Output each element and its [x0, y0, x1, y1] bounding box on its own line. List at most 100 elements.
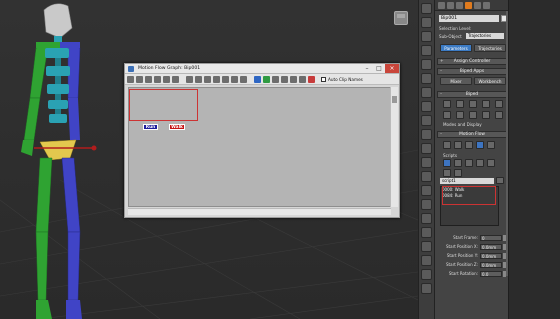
start-frame-spinner[interactable]: 0 — [480, 235, 502, 241]
strip-button-8[interactable] — [421, 101, 432, 112]
add-clip-icon[interactable] — [263, 75, 270, 83]
footstep-mode-icon[interactable] — [456, 100, 464, 108]
parameters-button[interactable]: Parameters — [440, 44, 472, 52]
move-icon[interactable] — [195, 75, 202, 83]
mixer-button[interactable]: Mixer — [440, 77, 472, 85]
save-file-icon[interactable] — [456, 111, 464, 119]
script-dropdown-chevron-icon[interactable] — [496, 177, 504, 184]
workbench-button[interactable]: Workbench — [474, 77, 506, 85]
strip-button-6[interactable] — [421, 73, 432, 84]
folder-icon[interactable] — [154, 75, 161, 83]
create-script-icon[interactable] — [254, 75, 261, 83]
mixer-mode-icon[interactable] — [482, 100, 490, 108]
clip-node-walk[interactable]: Walk — [169, 124, 185, 130]
clip-node-run[interactable]: Run — [143, 124, 158, 130]
utilities-tab-icon[interactable] — [483, 1, 490, 9]
biped-playback-icon[interactable] — [495, 100, 503, 108]
load-file-icon[interactable] — [136, 75, 143, 83]
motion-flow-mode-icon[interactable] — [469, 100, 477, 108]
transition-icon[interactable] — [163, 75, 170, 83]
strip-button-18[interactable] — [421, 241, 432, 252]
delete-script-icon[interactable] — [476, 159, 484, 167]
load-file-icon[interactable] — [443, 111, 451, 119]
script-selector-dropdown[interactable]: script1 — [440, 178, 494, 184]
object-name-field[interactable]: Bip001 — [439, 15, 499, 22]
scrollbar-thumb[interactable] — [392, 96, 397, 103]
maximize-icon[interactable]: □ — [373, 64, 385, 73]
strip-button-12[interactable] — [421, 157, 432, 168]
figure-mode-icon[interactable] — [443, 100, 451, 108]
new-clip-icon[interactable] — [145, 75, 152, 83]
shared-flow-icon[interactable] — [290, 75, 297, 83]
sub-object-dropdown[interactable]: Trajectories — [466, 33, 504, 39]
pan-icon[interactable] — [213, 75, 220, 83]
start-position-x-spinner[interactable]: 0.0mm — [480, 244, 502, 250]
strip-button-4[interactable] — [421, 45, 432, 56]
viewcube-icon[interactable] — [394, 11, 408, 25]
auto-clip-names-checkbox[interactable] — [321, 76, 326, 82]
script-tool-icon[interactable] — [443, 169, 451, 177]
motion-flow-graph-dialog[interactable]: Motion Flow Graph: Bip001 – □ × Auto Cli… — [124, 63, 400, 218]
close-icon[interactable]: × — [385, 64, 399, 73]
edit-clip-icon[interactable] — [487, 159, 495, 167]
vertical-scrollbar[interactable] — [390, 87, 398, 207]
hierarchy-tab-icon[interactable] — [456, 1, 463, 9]
strip-button-17[interactable] — [421, 227, 432, 238]
strip-button-10[interactable] — [421, 129, 432, 140]
zoom-icon[interactable] — [204, 75, 211, 83]
key-icon[interactable] — [495, 111, 503, 119]
convert-icon[interactable] — [469, 111, 477, 119]
horizontal-scrollbar[interactable] — [128, 208, 391, 215]
dialog-titlebar[interactable]: Motion Flow Graph: Bip001 – □ × — [125, 64, 399, 74]
strip-button-15[interactable] — [421, 199, 432, 210]
random-icon[interactable] — [281, 75, 288, 83]
strip-button-1[interactable] — [421, 3, 432, 14]
strip-button-19[interactable] — [421, 255, 432, 266]
strip-button-11[interactable] — [421, 143, 432, 154]
insert-script-icon[interactable] — [465, 159, 473, 167]
select-icon[interactable] — [186, 75, 193, 83]
frame-icon[interactable] — [231, 75, 238, 83]
insert-clip-icon[interactable] — [272, 75, 279, 83]
biped-apps-rollout[interactable]: – Biped Apps — [437, 68, 507, 75]
strip-button-9[interactable] — [421, 115, 432, 126]
modes-display-label[interactable]: Modes and Display — [443, 122, 482, 127]
trajectories-button[interactable]: Trajectories — [474, 44, 506, 52]
create-tab-icon[interactable] — [438, 1, 445, 9]
show-graph-icon[interactable] — [443, 141, 451, 149]
start-position-z-spinner[interactable]: 0.0mm — [480, 262, 502, 268]
define-script-icon[interactable] — [443, 159, 451, 167]
strip-button-14[interactable] — [421, 185, 432, 196]
strip-button-13[interactable] — [421, 171, 432, 182]
strip-button-16[interactable] — [421, 213, 432, 224]
optimize-icon[interactable] — [299, 75, 306, 83]
zoom-extents-icon[interactable] — [222, 75, 229, 83]
strip-button-21[interactable] — [421, 283, 432, 294]
set-startpoint-icon[interactable] — [308, 75, 315, 83]
shared-motion-icon[interactable] — [240, 75, 247, 83]
minimize-icon[interactable]: – — [361, 64, 373, 73]
biped-rollout[interactable]: – Biped — [437, 91, 507, 98]
start-position-y-spinner[interactable]: 0.0mm — [480, 253, 502, 259]
shared-flow-icon[interactable] — [487, 141, 495, 149]
assign-controller-rollout[interactable]: + Assign Controller — [437, 58, 507, 65]
move-all-mode-icon[interactable] — [482, 111, 490, 119]
save-mfe-icon[interactable] — [465, 141, 473, 149]
strip-button-2[interactable] — [421, 17, 432, 28]
motion-flow-mode-active-icon[interactable] — [476, 141, 484, 149]
add-script-icon[interactable] — [454, 159, 462, 167]
motion-tab-icon[interactable] — [465, 1, 472, 9]
start-rotation-spinner[interactable]: 0.0 — [480, 271, 502, 277]
strip-button-3[interactable] — [421, 31, 432, 42]
biped-character[interactable] — [0, 0, 140, 319]
display-tab-icon[interactable] — [474, 1, 481, 9]
strip-button-5[interactable] — [421, 59, 432, 70]
load-mfe-icon[interactable] — [454, 141, 462, 149]
script-tool-2-icon[interactable] — [454, 169, 462, 177]
modify-tab-icon[interactable] — [447, 1, 454, 9]
strip-button-7[interactable] — [421, 87, 432, 98]
motion-flow-rollout[interactable]: – Motion Flow — [437, 131, 507, 138]
delete-icon[interactable] — [172, 75, 179, 83]
save-file-icon[interactable] — [127, 75, 134, 83]
strip-button-20[interactable] — [421, 269, 432, 280]
